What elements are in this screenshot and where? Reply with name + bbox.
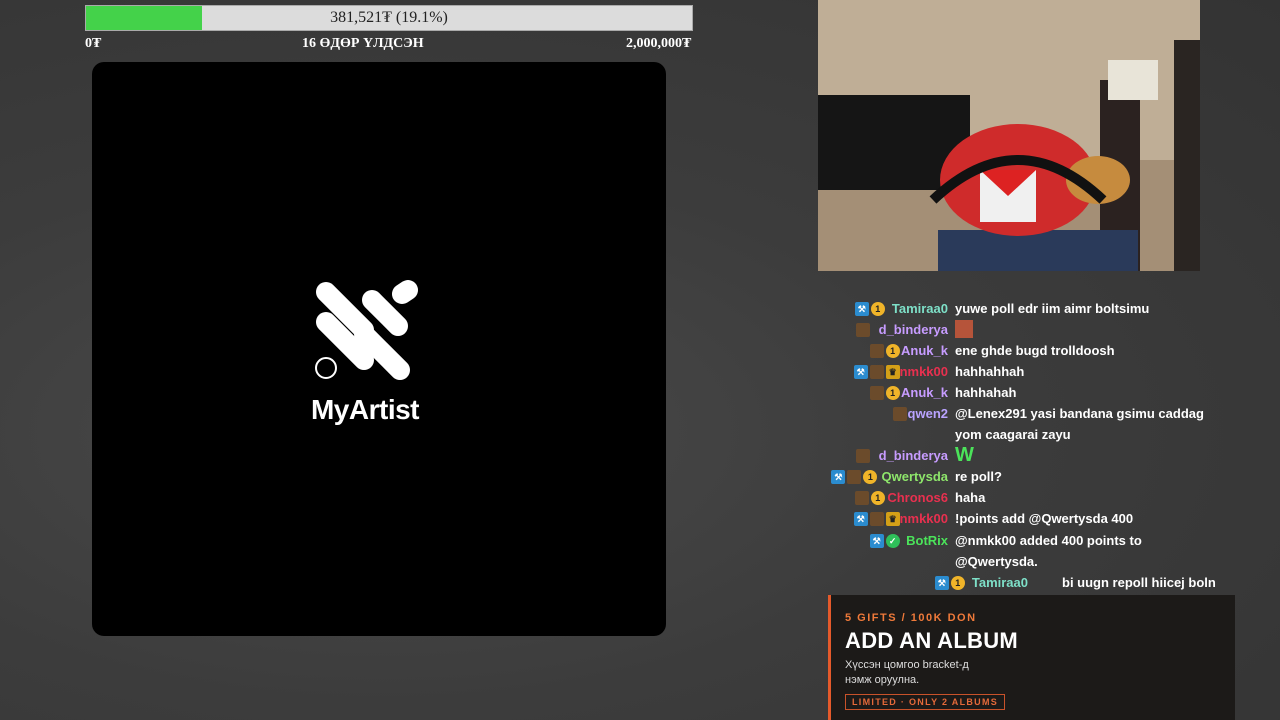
avatar-badge-icon (854, 491, 869, 505)
mod-badge-icon: ⚒ (854, 302, 869, 316)
chat-message-text: yuwe poll edr iim aimr boltsimu (955, 301, 1150, 316)
chat-username[interactable]: Anuk_k (901, 340, 948, 361)
chat-message: d_binderya W (820, 445, 1200, 466)
avatar-badge-icon (856, 449, 870, 463)
chat-message-text: re poll? (955, 469, 1002, 484)
myartist-logo-text: MyArtist (310, 394, 420, 425)
chat-badges (854, 449, 870, 463)
avatar-badge-icon (856, 323, 870, 337)
sub-badge-icon: 1 (870, 491, 885, 505)
chat-badges: ⚒ 1 (933, 576, 965, 590)
chat-message-text: hahhahhah (955, 364, 1025, 379)
chat-message: d_binderya (820, 319, 1200, 340)
chat-username[interactable]: Tamiraa0 (892, 298, 948, 319)
chat-badges: ⚒ ♛ (852, 365, 900, 379)
avatar-badge-icon (869, 344, 884, 358)
sub-badge-icon: 1 (950, 576, 965, 590)
avatar-badge-icon (869, 512, 884, 526)
chat-username[interactable]: nmkk00 (900, 361, 948, 382)
sub-badge-icon: 1 (885, 386, 900, 400)
chat-message: nmkk00 ⚒ ♛ !points add @Qwertysda 400 (820, 508, 1200, 529)
chat-username[interactable]: Tamiraa0 (972, 572, 1028, 593)
chat-message-text: W (955, 444, 974, 466)
progress-amount: 381,521₮ (19.1%) (330, 9, 448, 26)
webcam-feed (818, 0, 1200, 271)
progress-max-label: 2,000,000₮ (626, 36, 692, 51)
chat-username[interactable]: nmkk00 (900, 508, 948, 529)
chat-username[interactable]: d_binderya (879, 445, 948, 466)
chat-username[interactable]: BotRix (906, 530, 948, 551)
chat-badges: ⚒ 1 (829, 470, 878, 484)
chat-message-text: ene ghde bugd trolldoosh (955, 343, 1115, 358)
chat-message: Anuk_k 1 hahhahah (820, 382, 1200, 403)
chat-message: BotRix ⚒ ✓ @nmkk00 added 400 points to @Qwer… (820, 530, 1200, 572)
chat-message: qwen2 @Lenex291 yasi bandana gsimu caddag… (820, 403, 1204, 445)
chat-username[interactable]: Qwertysda (882, 466, 948, 487)
chat-message: Chronos6 1 haha (820, 487, 1200, 508)
chat-username[interactable]: qwen2 (908, 403, 948, 424)
chat-username[interactable]: d_binderya (879, 319, 948, 340)
mod-badge-icon: ⚒ (853, 365, 868, 379)
chat-message-text: @Lenex291 yasi bandana gsimu caddag (955, 406, 1204, 421)
chat-badges: ⚒ ✓ (868, 534, 900, 548)
chat-badges: ⚒ ♛ (852, 512, 900, 526)
promo-description: Хүссэн цомгоо bracket-д нэмж оруулна. (845, 659, 969, 686)
promo-limit-badge: LIMITED · ONLY 2 ALBUMS (845, 694, 1006, 710)
chat-badges: ⚒ 1 (853, 302, 885, 316)
chat-badges (854, 323, 870, 337)
mod-badge-icon: ⚒ (853, 512, 868, 526)
sub-badge-icon: 1 (863, 470, 878, 484)
chat-username[interactable]: Chronos6 (887, 487, 948, 508)
sub-badge-icon: 1 (885, 344, 900, 358)
mod-badge-icon: ⚒ (869, 534, 884, 548)
crown-badge-icon: ♛ (885, 512, 900, 526)
progress-min-label: 0₮ (85, 36, 102, 51)
chat-username[interactable]: Anuk_k (901, 382, 948, 403)
chat-message-text: @nmkk00 added 400 points to (955, 533, 1142, 548)
crown-badge-icon: ♛ (885, 365, 900, 379)
mod-badge-icon: ⚒ (831, 470, 846, 484)
promo-kicker: 5 GIFTS / 100K DON (845, 612, 977, 624)
avatar-badge-icon (847, 470, 862, 484)
chat-message-text: hahhahah (955, 385, 1017, 400)
avatar-badge-icon (869, 386, 884, 400)
emote-icon (955, 320, 973, 338)
chat-badges: 1 (868, 386, 900, 400)
sub-badge-icon: 1 (870, 302, 885, 316)
chat-badges: 1 (853, 491, 885, 505)
avatar-badge-icon (893, 407, 907, 421)
chat-badges (891, 407, 907, 421)
chat-badges: 1 (868, 344, 900, 358)
chat-message-text-continued: yom caagarai zayu (955, 427, 1071, 442)
donation-progress-bar: 381,521₮ (19.1%) (85, 5, 693, 31)
green-badge-icon: ✓ (885, 534, 900, 548)
chat-message-text: !points add @Qwertysda 400 (955, 511, 1134, 526)
promo-card: 5 GIFTS / 100K DON ADD AN ALBUM Хүссэн ц… (828, 595, 1235, 720)
mod-badge-icon: ⚒ (934, 576, 949, 590)
chat-message: Qwertysda ⚒ 1 re poll? (820, 466, 1200, 487)
chat-message-text: haha (955, 490, 986, 505)
chat-message: Anuk_k 1 ene ghde bugd trolldoosh (820, 340, 1200, 361)
chat-message: Tamiraa0 ⚒ 1 yuwe poll edr iim aimr boltsim… (820, 298, 1200, 319)
avatar-badge-icon (869, 365, 884, 379)
promo-title: ADD AN ALBUM (845, 628, 1019, 653)
chat-message: nmkk00 ⚒ ♛ hahhahhah (820, 361, 1200, 382)
chat-message-text-continued: @Qwertysda. (955, 554, 1038, 569)
days-remaining-label: 16 ӨДӨР ҮЛДСЭН (302, 36, 424, 51)
chat-message-text: bi uugn repoll hiicej boln (1062, 575, 1216, 590)
